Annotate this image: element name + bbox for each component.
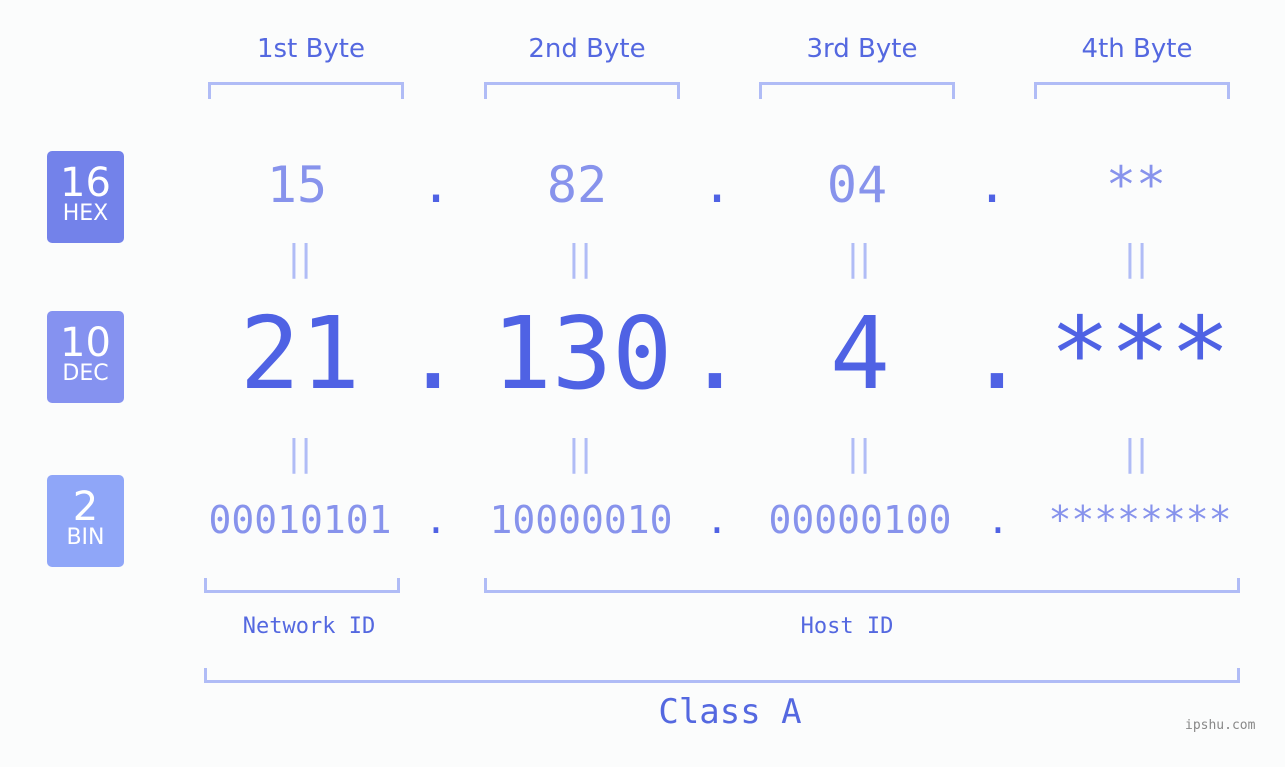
header-byte-1: 1st Byte bbox=[257, 34, 365, 64]
dec-badge-label: DEC bbox=[62, 361, 109, 386]
host-id-label: Host ID bbox=[800, 614, 894, 639]
bin-byte-3: 00000100 bbox=[768, 498, 952, 542]
network-id-bracket bbox=[204, 578, 400, 593]
equals-dec-bin-2: || bbox=[567, 433, 593, 474]
equals-hex-dec-3: || bbox=[846, 238, 872, 279]
hex-byte-4: ** bbox=[1105, 156, 1167, 214]
equals-hex-dec-4: || bbox=[1123, 238, 1149, 279]
hex-badge-base: 16 bbox=[60, 160, 111, 206]
host-id-bracket bbox=[484, 578, 1240, 593]
bracket-byte-3 bbox=[759, 82, 955, 99]
bin-byte-1: 00010101 bbox=[208, 498, 392, 542]
equals-hex-dec-2: || bbox=[567, 238, 593, 279]
hex-badge: 16 HEX bbox=[47, 151, 124, 243]
bin-byte-4: ******** bbox=[1048, 498, 1232, 542]
bracket-byte-1 bbox=[208, 82, 404, 99]
bracket-byte-2 bbox=[484, 82, 680, 99]
bracket-byte-4 bbox=[1034, 82, 1230, 99]
bin-badge-label: BIN bbox=[66, 525, 105, 550]
dec-byte-4: *** bbox=[1049, 295, 1231, 412]
bin-badge-base: 2 bbox=[72, 484, 99, 530]
class-label: Class A bbox=[658, 692, 802, 732]
class-bracket bbox=[204, 668, 1240, 683]
site-watermark: ipshu.com bbox=[1185, 718, 1256, 733]
header-byte-3: 3rd Byte bbox=[806, 34, 918, 64]
equals-dec-bin-4: || bbox=[1123, 433, 1149, 474]
bin-byte-2: 10000010 bbox=[489, 498, 673, 542]
dec-badge: 10 DEC bbox=[47, 311, 124, 403]
header-byte-2: 2nd Byte bbox=[528, 34, 646, 64]
equals-hex-dec-1: || bbox=[287, 238, 313, 279]
bin-badge: 2 BIN bbox=[47, 475, 124, 567]
equals-dec-bin-1: || bbox=[287, 433, 313, 474]
equals-dec-bin-3: || bbox=[846, 433, 872, 474]
network-id-label: Network ID bbox=[242, 614, 376, 639]
dec-badge-base: 10 bbox=[60, 320, 111, 366]
hex-badge-label: HEX bbox=[62, 201, 109, 226]
header-byte-4: 4th Byte bbox=[1081, 34, 1193, 64]
